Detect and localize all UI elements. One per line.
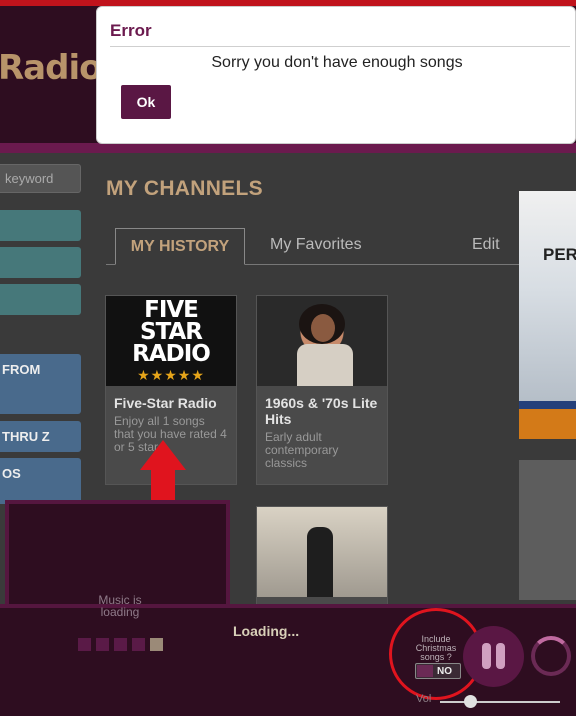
sidebar-button-from[interactable]: FROM — [0, 354, 81, 414]
banner-text: PER — [543, 245, 576, 264]
loading-dot — [114, 638, 127, 651]
card-title: Five-Star Radio — [114, 395, 217, 411]
sidebar-teal-button-2[interactable] — [0, 247, 81, 278]
pause-icon — [496, 643, 505, 669]
search-input[interactable]: keyword — [0, 164, 81, 193]
ok-button[interactable]: Ok — [121, 85, 171, 119]
loading-dot — [96, 638, 109, 651]
dialog-message: Sorry you don't have enough songs — [211, 54, 463, 71]
error-dialog: Error Sorry you don't have enough songs … — [96, 6, 576, 144]
card-title: 1960s & '70s Lite Hits — [265, 395, 378, 427]
loading-indicator — [78, 638, 163, 651]
art-line-five: FIVE — [144, 296, 199, 323]
loading-dot — [132, 638, 145, 651]
header-band — [0, 143, 576, 153]
card-description: Early adult contemporary classics — [265, 430, 339, 470]
star-rating-icon: ★★★★★ — [137, 366, 205, 383]
app-logo[interactable]: Radio — [0, 48, 102, 88]
five-star-radio-art: FIVE STAR RADIO ★★★★★ — [106, 296, 236, 386]
volume-slider-handle[interactable] — [464, 695, 477, 708]
sidebar-teal-button-3[interactable] — [0, 284, 81, 315]
tab-my-favorites[interactable]: My Favorites — [270, 236, 362, 254]
tab-my-history[interactable]: MY HISTORY — [115, 228, 245, 265]
sidebar-button-thru-z[interactable]: THRU Z — [0, 421, 81, 452]
dialog-divider — [110, 46, 570, 47]
featured-banner[interactable]: PER — [519, 191, 576, 439]
singer-photo — [257, 296, 387, 386]
loading-dot — [150, 638, 163, 651]
volume-label: Vol — [416, 693, 432, 705]
loading-text: Loading... — [233, 623, 300, 639]
progress-ring-icon — [531, 636, 571, 676]
art-line-star: STAR — [140, 318, 203, 345]
channel-card-3[interactable] — [256, 506, 388, 606]
edit-button[interactable]: Edit — [472, 236, 500, 254]
music-status: Music is loading — [98, 593, 142, 619]
sidebar-button-os[interactable]: OS — [0, 458, 81, 504]
channel-card-60s-70s[interactable]: 1960s & '70s Lite Hits Early adult conte… — [256, 295, 388, 485]
sidebar-teal-button-1[interactable] — [0, 210, 81, 241]
pause-button[interactable] — [463, 626, 524, 687]
featured-banner-2[interactable] — [519, 460, 576, 600]
loading-dot — [78, 638, 91, 651]
art-line-radio: RADIO — [132, 340, 211, 367]
pier-photo — [257, 507, 387, 597]
dialog-title: Error — [110, 21, 152, 40]
pause-icon — [482, 643, 491, 669]
volume-slider[interactable] — [440, 701, 560, 703]
page-title: MY CHANNELS — [106, 177, 263, 200]
